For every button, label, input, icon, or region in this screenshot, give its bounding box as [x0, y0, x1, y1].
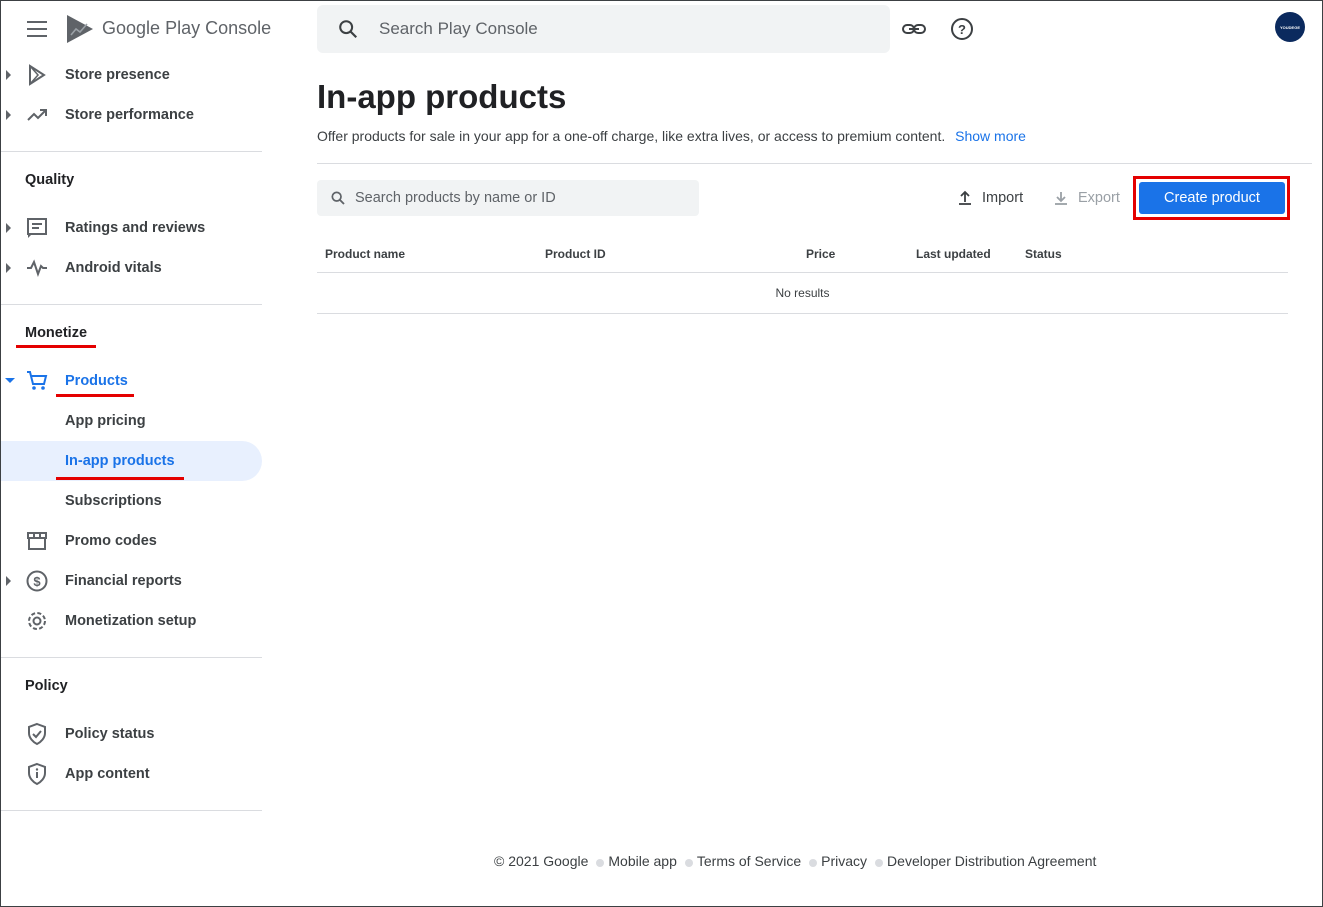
copyright: © 2021 Google	[494, 853, 589, 869]
logo-row: Google Play Console	[1, 1, 271, 57]
highlight-underline	[56, 477, 184, 480]
dollar-circle-icon: $	[26, 570, 48, 592]
sidebar-item-in-app-products[interactable]: In-app products	[1, 441, 262, 481]
expand-caret-icon[interactable]	[6, 70, 11, 80]
expand-caret-icon[interactable]	[6, 223, 11, 233]
separator-dot	[596, 859, 605, 867]
sidebar-item-monetization-setup[interactable]: Monetization setup	[1, 601, 262, 641]
column-header-product-id[interactable]: Product ID	[545, 247, 606, 261]
sidebar-item-financial-reports[interactable]: $ Financial reports	[1, 561, 262, 601]
separator-dot	[809, 859, 818, 867]
trending-up-icon	[27, 109, 47, 121]
divider	[1, 151, 262, 152]
search-icon	[331, 191, 345, 205]
reviews-icon	[27, 218, 47, 238]
expand-caret-icon[interactable]	[6, 576, 11, 586]
export-label: Export	[1078, 190, 1120, 206]
global-search-input[interactable]: Search Play Console	[317, 5, 890, 53]
shield-check-icon	[28, 722, 46, 746]
sidebar-item-app-pricing[interactable]: App pricing	[1, 401, 262, 441]
sidebar-item-label: Store presence	[65, 67, 170, 83]
footer-link-dda[interactable]: Developer Distribution Agreement	[887, 853, 1096, 869]
separator-dot	[684, 859, 693, 867]
footer-link-terms[interactable]: Terms of Service	[697, 853, 801, 869]
column-header-last-updated[interactable]: Last updated	[916, 247, 991, 261]
section-title-policy: Policy	[25, 678, 68, 694]
sidebar-item-subscriptions[interactable]: Subscriptions	[1, 481, 262, 521]
product-search-input[interactable]: Search products by name or ID	[317, 180, 699, 216]
footer-link-privacy[interactable]: Privacy	[821, 853, 867, 869]
logo-text: Google Play Console	[102, 18, 272, 38]
sidebar-item-store-performance[interactable]: Store performance	[1, 95, 262, 135]
vitals-pulse-icon	[27, 259, 47, 277]
divider	[1, 657, 262, 658]
column-header-product-name[interactable]: Product name	[325, 247, 405, 261]
sidebar-item-store-presence[interactable]: Store presence	[1, 55, 262, 95]
expand-caret-icon[interactable]	[6, 110, 11, 120]
column-header-price[interactable]: Price	[806, 247, 835, 261]
divider	[317, 163, 1312, 164]
sidebar-item-app-content[interactable]: App content	[1, 754, 262, 794]
show-more-link[interactable]: Show more	[955, 128, 1026, 144]
import-button[interactable]: Import	[958, 186, 1023, 210]
table-header-divider	[317, 272, 1288, 273]
table-bottom-divider	[317, 313, 1288, 314]
upload-icon	[959, 190, 971, 205]
empty-table-message: No results	[775, 286, 830, 300]
sidebar-item-android-vitals[interactable]: Android vitals	[1, 248, 262, 288]
divider	[1, 304, 262, 305]
collapse-caret-icon[interactable]	[5, 378, 15, 383]
sidebar-item-promo-codes[interactable]: Promo codes	[1, 521, 262, 561]
sidebar: Google Play Console Store presence Store…	[1, 1, 271, 906]
sidebar-item-ratings-and-reviews[interactable]: Ratings and reviews	[1, 208, 262, 248]
sidebar-item-label: Products	[65, 373, 128, 389]
column-header-status[interactable]: Status	[1025, 247, 1062, 261]
divider	[1, 810, 262, 811]
sidebar-item-label: Subscriptions	[65, 493, 162, 509]
sidebar-item-label: Promo codes	[65, 533, 157, 549]
link-icon[interactable]	[901, 16, 927, 42]
search-icon	[339, 20, 358, 39]
footer: © 2021 Google Mobile app Terms of Servic…	[494, 853, 1096, 869]
play-console-logo-icon	[67, 15, 93, 43]
shopping-cart-icon	[27, 371, 48, 390]
create-product-button[interactable]: Create product	[1139, 182, 1285, 214]
section-title-quality: Quality	[25, 172, 75, 188]
sidebar-item-label: Android vitals	[65, 260, 162, 276]
svg-text:$: $	[33, 574, 41, 589]
import-label: Import	[982, 190, 1024, 206]
svg-text:?: ?	[958, 22, 966, 37]
separator-dot	[875, 859, 884, 867]
search-placeholder: Search Play Console	[379, 19, 538, 38]
sidebar-item-label: App content	[65, 766, 150, 782]
export-button[interactable]: Export	[1054, 186, 1120, 210]
gear-icon	[28, 612, 46, 630]
sidebar-item-label: Monetization setup	[65, 613, 197, 629]
sidebar-item-label: Ratings and reviews	[65, 220, 206, 236]
sidebar-item-label: Policy status	[65, 726, 155, 742]
footer-link-mobile-app[interactable]: Mobile app	[608, 853, 677, 869]
avatar[interactable]: YOUDEGE	[1275, 12, 1305, 42]
play-outline-icon	[29, 64, 46, 86]
help-icon[interactable]: ?	[949, 16, 975, 42]
sidebar-item-label: App pricing	[65, 413, 146, 429]
highlight-underline	[16, 345, 96, 348]
page-description: Offer products for sale in your app for …	[317, 128, 1026, 144]
sidebar-item-label: In-app products	[65, 453, 175, 469]
sidebar-item-label: Financial reports	[65, 573, 182, 589]
sidebar-item-label: Store performance	[65, 107, 194, 123]
description-text: Offer products for sale in your app for …	[317, 128, 946, 144]
page-title: In-app products	[317, 78, 567, 115]
search-placeholder: Search products by name or ID	[355, 190, 556, 206]
expand-caret-icon[interactable]	[6, 263, 11, 273]
section-title-monetize: Monetize	[25, 325, 88, 341]
highlight-underline	[56, 394, 134, 397]
menu-icon[interactable]	[27, 21, 47, 37]
storefront-icon	[27, 532, 47, 550]
shield-info-icon	[28, 762, 46, 786]
download-icon	[1055, 192, 1067, 205]
sidebar-item-policy-status[interactable]: Policy status	[1, 714, 262, 754]
